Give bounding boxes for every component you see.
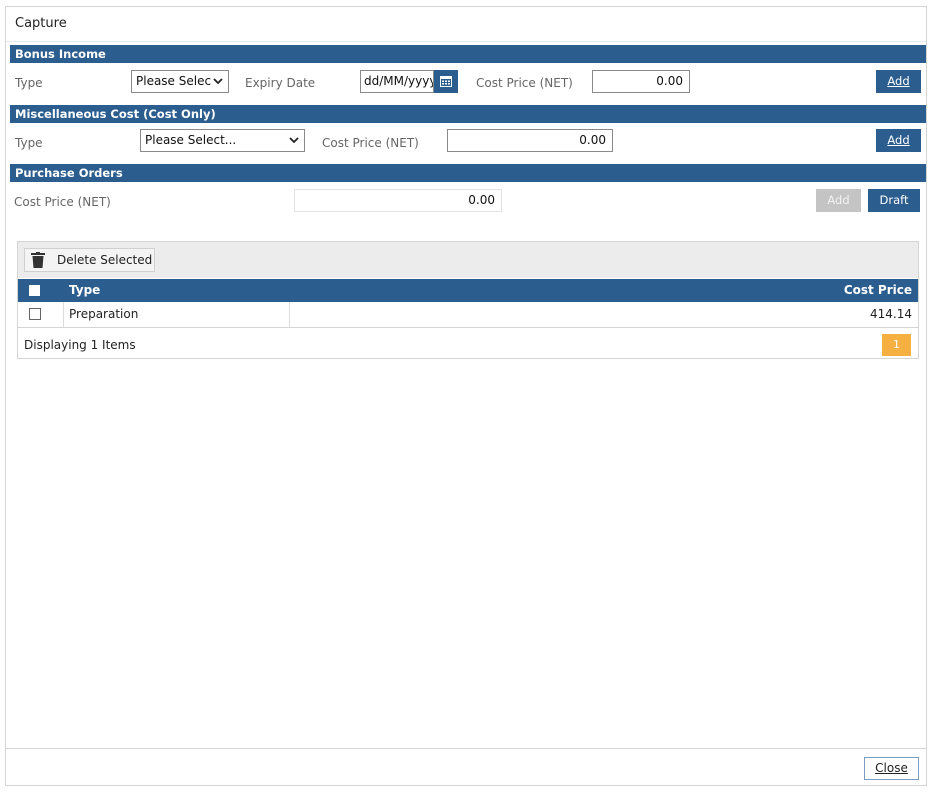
calendar-icon xyxy=(440,76,452,87)
calendar-button[interactable] xyxy=(434,70,458,93)
misc-type-value: Please Select... xyxy=(145,133,237,147)
bonus-type-select[interactable]: Please Selec xyxy=(131,70,229,93)
expiry-date-label: Expiry Date xyxy=(245,76,316,90)
expiry-date-input[interactable]: dd/MM/yyyy xyxy=(360,70,434,93)
bonus-type-label: Type xyxy=(15,76,43,90)
po-cost-input[interactable]: 0.00 xyxy=(294,189,502,212)
po-cost-label: Cost Price (NET) xyxy=(14,195,111,209)
cell-divider xyxy=(289,302,290,327)
grid-item-count: Displaying 1 Items xyxy=(24,338,136,352)
grid-toolbar: Delete Selected xyxy=(18,242,918,278)
misc-cost-input[interactable]: 0.00 xyxy=(447,129,613,152)
misc-cost-header: Miscellaneous Cost (Cost Only) xyxy=(10,105,926,123)
page-button-1[interactable]: 1 xyxy=(882,334,911,356)
title-divider xyxy=(6,41,926,42)
po-add-button[interactable]: Add xyxy=(816,189,861,212)
row-type: Preparation xyxy=(69,307,139,321)
column-header-cost-price[interactable]: Cost Price xyxy=(844,279,912,302)
table-row[interactable]: Preparation 414.14 xyxy=(18,302,918,328)
chevron-down-icon xyxy=(288,130,300,151)
delete-selected-button[interactable]: Delete Selected xyxy=(24,248,155,272)
po-draft-button[interactable]: Draft xyxy=(868,189,920,212)
trash-icon xyxy=(31,252,45,268)
close-label: Close xyxy=(875,761,908,775)
row-checkbox[interactable] xyxy=(29,308,41,320)
bonus-add-label: Add xyxy=(887,74,910,88)
column-header-type[interactable]: Type xyxy=(69,279,100,302)
misc-cost-label: Cost Price (NET) xyxy=(322,136,419,150)
items-grid: Delete Selected Type Cost Price Preparat… xyxy=(17,241,919,359)
bonus-type-value: Please Selec xyxy=(136,74,212,88)
bonus-cost-input[interactable]: 0.00 xyxy=(592,70,690,93)
bonus-add-button[interactable]: Add xyxy=(876,70,921,93)
select-all-checkbox[interactable] xyxy=(29,285,40,296)
dialog-title: Capture xyxy=(15,16,67,31)
bonus-income-header: Bonus Income xyxy=(10,45,926,63)
bonus-cost-label: Cost Price (NET) xyxy=(476,76,573,90)
cell-divider xyxy=(63,302,64,327)
delete-selected-label: Delete Selected xyxy=(57,253,153,267)
misc-add-label: Add xyxy=(887,133,910,147)
row-cost-price: 414.14 xyxy=(870,307,912,321)
footer-divider xyxy=(6,748,926,749)
chevron-down-icon xyxy=(212,71,224,92)
grid-header-row: Type Cost Price xyxy=(18,279,918,302)
close-button[interactable]: Close xyxy=(864,757,919,780)
misc-type-select[interactable]: Please Select... xyxy=(140,129,305,152)
capture-dialog: Capture Bonus Income Type Please Selec E… xyxy=(5,6,927,786)
misc-add-button[interactable]: Add xyxy=(876,129,921,152)
purchase-orders-header: Purchase Orders xyxy=(10,164,926,182)
misc-type-label: Type xyxy=(15,136,43,150)
